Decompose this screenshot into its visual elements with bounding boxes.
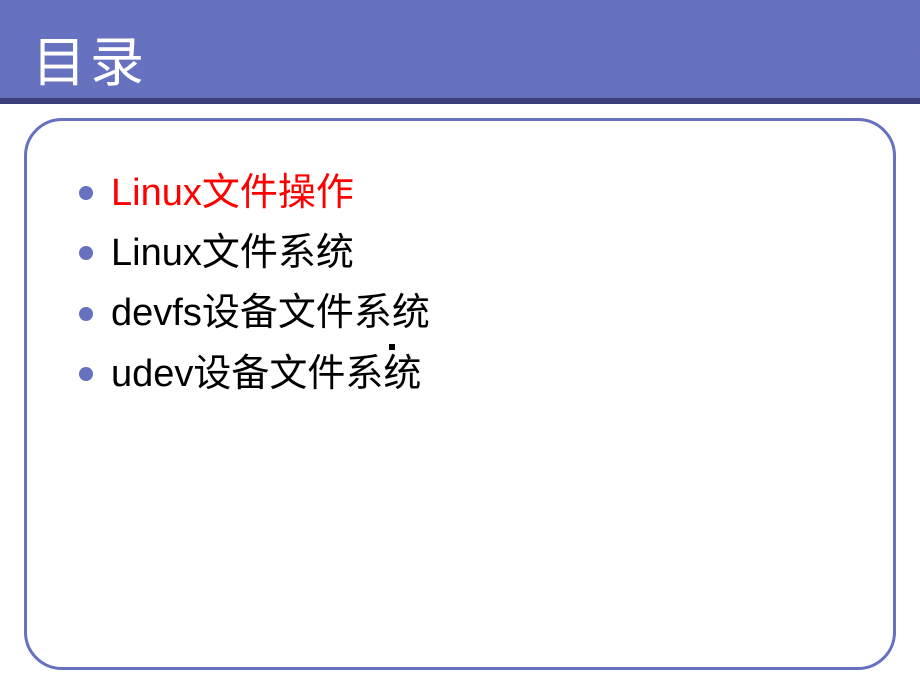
bullet-icon <box>79 186 93 200</box>
slide-header: 目录 <box>0 0 920 98</box>
bullet-icon <box>79 367 93 381</box>
bullet-list: Linux文件操作 Linux文件系统 devfs设备文件系统 udev设备文件… <box>27 121 893 402</box>
list-item-text: Linux文件系统 <box>111 225 354 281</box>
list-item: devfs设备文件系统 <box>79 285 893 341</box>
list-item: udev设备文件系统 <box>79 346 893 402</box>
list-item-text: devfs设备文件系统 <box>111 285 430 341</box>
list-item: Linux文件系统 <box>79 225 893 281</box>
title-underline-light <box>0 104 920 114</box>
list-item-text: udev设备文件系统 <box>111 346 421 402</box>
bullet-icon <box>79 307 93 321</box>
content-frame: Linux文件操作 Linux文件系统 devfs设备文件系统 udev设备文件… <box>24 118 896 670</box>
bullet-icon <box>79 246 93 260</box>
list-item: Linux文件操作 <box>79 165 893 221</box>
title-rounded-cap <box>800 0 920 98</box>
slide-title: 目录 <box>32 18 148 97</box>
list-item-text: Linux文件操作 <box>111 165 354 221</box>
cursor-marker-icon <box>389 344 395 350</box>
